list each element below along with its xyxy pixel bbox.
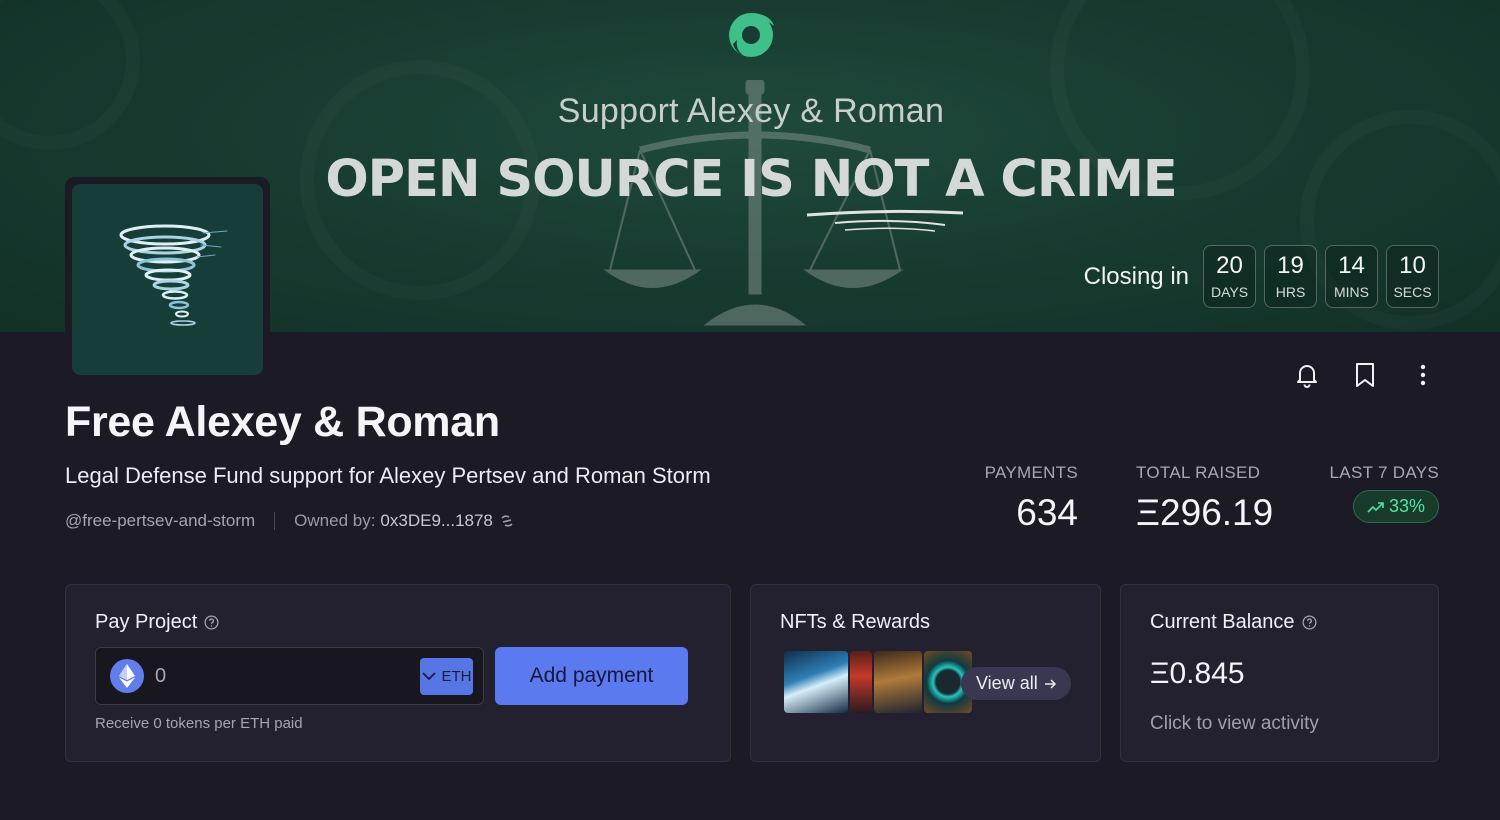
countdown-value: 14 xyxy=(1338,252,1365,280)
countdown-unit: MINS xyxy=(1334,283,1369,300)
countdown-unit: DAYS xyxy=(1210,283,1249,300)
project-description: Legal Defense Fund support for Alexey Pe… xyxy=(65,463,711,488)
nft-card-title: NFTs & Rewards xyxy=(780,611,930,634)
balance-card-title: Current Balance xyxy=(1150,611,1317,634)
nfts-rewards-card: NFTs & Rewards View all xyxy=(750,584,1101,762)
pay-project-card: Pay Project ETH Add payment Receive 0 to… xyxy=(65,584,731,762)
nft-thumbnail[interactable] xyxy=(874,651,922,713)
project-avatar-frame xyxy=(65,177,270,382)
stat-last-7-days: LAST 7 DAYS 33% xyxy=(1330,463,1439,523)
underline-scribble xyxy=(806,209,964,232)
tornado-icon xyxy=(119,224,227,326)
card-title-text: Current Balance xyxy=(1150,611,1295,633)
nft-thumbnails xyxy=(784,651,974,713)
copy-address-icon[interactable] xyxy=(500,514,514,528)
token-rate-note: Receive 0 tokens per ETH paid xyxy=(95,715,303,732)
card-title-text: NFTs & Rewards xyxy=(780,611,931,633)
project-avatar xyxy=(72,184,263,375)
stat-label: PAYMENTS xyxy=(984,463,1078,482)
currency-label: ETH xyxy=(441,667,472,685)
countdown-value: 20 xyxy=(1216,252,1243,280)
pay-card-title: Pay Project xyxy=(95,611,219,634)
project-actions xyxy=(1292,358,1438,392)
banner-subtitle: Support Alexey & Roman xyxy=(557,92,945,130)
arrow-right-icon xyxy=(1044,678,1056,689)
countdown-unit: SECS xyxy=(1393,283,1432,300)
ethereum-icon xyxy=(110,659,144,693)
view-all-button[interactable]: View all xyxy=(961,667,1071,700)
amount-field: ETH xyxy=(95,647,484,705)
countdown-value: 10 xyxy=(1399,252,1426,280)
countdown-minutes: 14 MINS xyxy=(1325,245,1378,308)
owner-address[interactable]: 0x3DE9...1878 xyxy=(380,511,492,531)
countdown-days: 20 DAYS xyxy=(1203,245,1256,308)
countdown-value: 19 xyxy=(1277,252,1304,280)
amount-input[interactable] xyxy=(155,664,420,688)
brand-logo-icon xyxy=(729,13,774,57)
countdown-unit: HRS xyxy=(1275,283,1306,300)
more-vertical-icon[interactable] xyxy=(1408,358,1438,392)
balance-value: Ξ0.845 xyxy=(1150,657,1245,690)
card-title-text: Pay Project xyxy=(95,611,198,633)
view-all-label: View all xyxy=(976,673,1038,693)
bookmark-icon[interactable] xyxy=(1350,358,1380,392)
stat-value: 634 xyxy=(1016,492,1078,533)
meta-divider xyxy=(274,512,276,530)
help-icon[interactable] xyxy=(204,615,219,630)
owner-label: Owned by: xyxy=(294,511,376,530)
trend-value: 33% xyxy=(1388,496,1425,516)
trend-up-icon xyxy=(1367,501,1384,513)
nft-thumbnail[interactable] xyxy=(850,651,872,713)
view-activity-link[interactable]: Click to view activity xyxy=(1150,713,1319,735)
stat-payments: PAYMENTS 634 xyxy=(985,463,1078,534)
add-payment-button[interactable]: Add payment xyxy=(495,647,688,705)
trend-badge: 33% xyxy=(1352,490,1439,523)
nft-thumbnail[interactable] xyxy=(784,651,848,713)
current-balance-card: Current Balance Ξ0.845 Click to view act… xyxy=(1120,584,1439,762)
stat-total-raised: TOTAL RAISED Ξ296.19 xyxy=(1136,463,1273,534)
countdown-seconds: 10 SECS xyxy=(1386,245,1439,308)
currency-select[interactable]: ETH xyxy=(420,657,473,695)
bell-icon[interactable] xyxy=(1292,358,1322,392)
countdown-hours: 19 HRS xyxy=(1264,245,1317,308)
project-meta: @free-pertsev-and-storm Owned by: 0x3DE9… xyxy=(65,511,514,531)
stat-value: Ξ296.19 xyxy=(1136,492,1274,533)
countdown-label: Closing in xyxy=(1083,262,1189,290)
stat-label: LAST 7 DAYS xyxy=(1329,463,1439,482)
chevron-down-icon xyxy=(421,671,436,680)
project-title: Free Alexey & Roman xyxy=(65,398,500,446)
stat-label: TOTAL RAISED xyxy=(1136,463,1261,482)
project-handle[interactable]: @free-pertsev-and-storm xyxy=(65,511,255,531)
help-icon[interactable] xyxy=(1302,615,1317,630)
countdown-timer: Closing in 20 DAYS 19 HRS 14 MINS 10 SEC… xyxy=(1084,245,1439,308)
